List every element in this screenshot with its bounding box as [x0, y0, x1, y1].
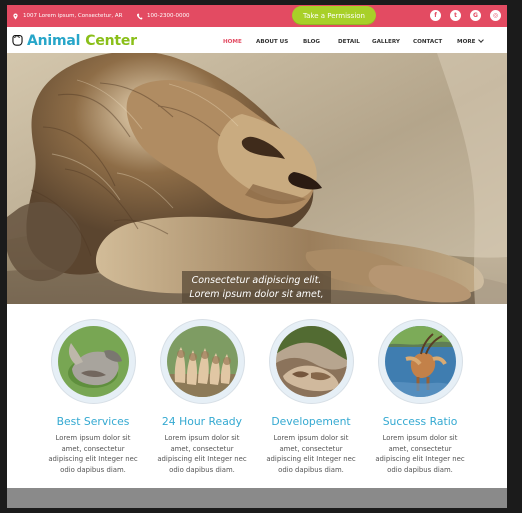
hour-ready-title: 24 Hour Ready: [161, 415, 243, 428]
logo-animal-text: Animal: [27, 32, 81, 49]
website-page: 1007 Lorem ipsum, Consectetur, AR 100-23…: [7, 5, 507, 508]
phone-info: 100-2300-0000: [136, 12, 189, 21]
animal-photo-one: [58, 326, 129, 397]
developement-image-frame[interactable]: [270, 320, 353, 403]
animal-photo-two: [167, 326, 238, 397]
logo-center-text: Center: [85, 32, 137, 49]
nav-more[interactable]: MORE: [457, 37, 485, 47]
hour-ready-image-frame[interactable]: [161, 320, 244, 403]
nav-about-us[interactable]: ABOUT US: [256, 38, 288, 47]
nav-home[interactable]: HOME: [223, 38, 242, 47]
address-text: 1007 Lorem ipsum, Consectetur, AR: [23, 12, 123, 19]
best-services-image-frame[interactable]: [52, 320, 135, 403]
hour-ready-card: 24 Hour Ready Lorem ipsum dolor sit amet…: [154, 320, 250, 480]
best-services-card: Best Services Lorem ipsum dolor sit amet…: [45, 320, 141, 480]
address-info: 1007 Lorem ipsum, Consectetur, AR: [12, 12, 122, 21]
twitter-icon[interactable]: t: [450, 10, 461, 21]
animal-photo-three: [276, 326, 347, 397]
success-ratio-text: Lorem ipsum dolor sit amet, consectetur …: [375, 434, 465, 474]
instagram-icon[interactable]: ◎: [490, 10, 501, 21]
hour-ready-text: Lorem ipsum dolor sit amet, consectetur …: [157, 434, 247, 474]
services-section: Best Services Lorem ipsum dolor sit amet…: [7, 304, 507, 488]
developement-title: Developement: [271, 415, 351, 428]
main-navigation: Animal Center HOME ABOUT US BLOG DETAIL …: [7, 27, 507, 54]
nav-detail[interactable]: DETAIL: [338, 38, 360, 47]
nav-contact[interactable]: CONTACT: [413, 38, 442, 47]
nav-gallery[interactable]: GALLERY: [372, 38, 400, 47]
bottom-gray-bar: [7, 488, 507, 508]
developement-card: Developement Lorem ipsum dolor sit amet,…: [263, 320, 359, 480]
hero-caption-line-two: Lorem ipsum dolor sit amet,: [189, 289, 324, 300]
success-ratio-image-frame[interactable]: [379, 320, 462, 403]
location-pin-icon: [13, 13, 18, 20]
paw-icon: [12, 35, 23, 46]
take-permission-button[interactable]: Take a Permission: [292, 6, 376, 25]
google-plus-icon[interactable]: G: [470, 10, 481, 21]
success-ratio-card: Success Ratio Lorem ipsum dolor sit amet…: [372, 320, 468, 480]
nav-blog[interactable]: BLOG: [303, 38, 320, 47]
hero-caption: Consectetur adipiscing elit. Lorem ipsum…: [182, 271, 331, 303]
site-logo[interactable]: Animal Center: [11, 32, 137, 49]
best-services-title: Best Services: [56, 415, 130, 428]
developement-text: Lorem ipsum dolor sit amet, consectetur …: [266, 434, 356, 474]
animal-photo-four: [385, 326, 456, 397]
top-info-bar: 1007 Lorem ipsum, Consectetur, AR 100-23…: [7, 5, 507, 27]
chevron-down-icon: [478, 37, 485, 43]
phone-text: 100-2300-0000: [147, 12, 190, 19]
lion-illustration: [7, 53, 507, 304]
facebook-icon[interactable]: f: [430, 10, 441, 21]
hero-lion-banner: Consectetur adipiscing elit. Lorem ipsum…: [7, 53, 507, 304]
success-ratio-title: Success Ratio: [382, 415, 458, 428]
best-services-text: Lorem ipsum dolor sit amet, consectetur …: [48, 434, 138, 474]
nav-more-label: MORE: [457, 39, 476, 45]
hero-caption-line-one: Consectetur adipiscing elit.: [191, 275, 322, 286]
phone-icon: [136, 13, 143, 20]
